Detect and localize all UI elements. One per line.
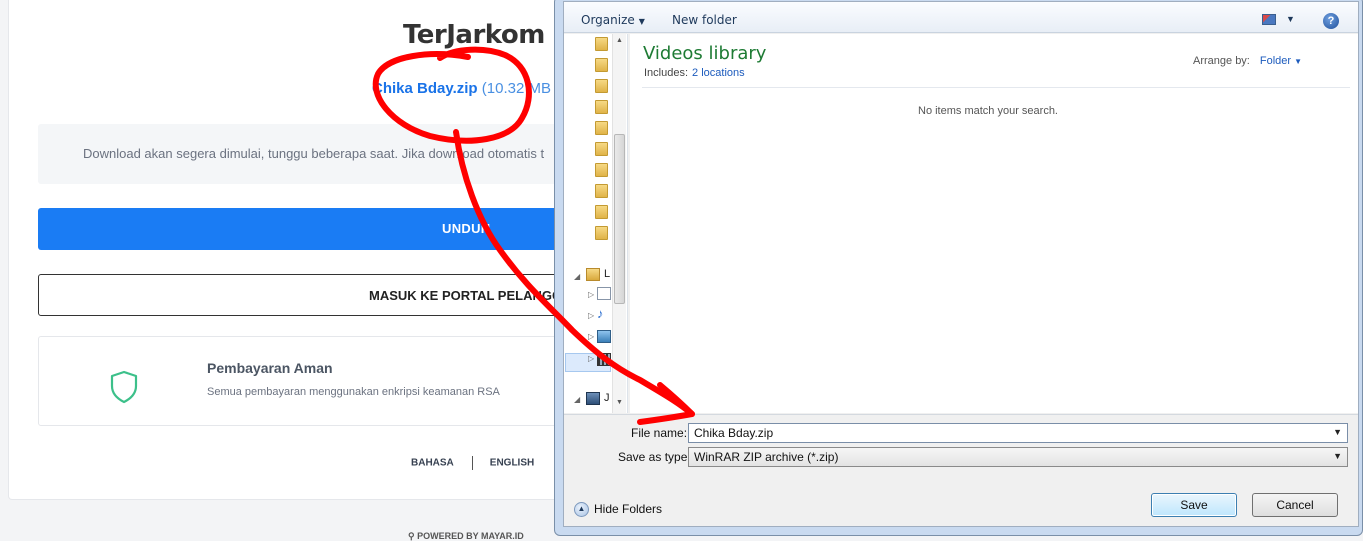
collapse-arrow-icon[interactable]: ◢: [574, 395, 580, 404]
folder-icon[interactable]: [595, 79, 608, 93]
scroll-up-icon[interactable]: ▲: [616, 37, 623, 44]
help-icon[interactable]: ?: [1323, 13, 1339, 29]
file-info: Chika Bday.zip (10.32 MB: [372, 80, 551, 97]
lock-icon: ⚲: [408, 531, 415, 541]
scrollbar-thumb[interactable]: [614, 134, 625, 304]
language-divider: [471, 456, 473, 470]
file-list-pane[interactable]: Videos library Includes: 2 locations Arra…: [630, 34, 1358, 413]
arrange-by-dropdown[interactable]: Folder ▼: [1260, 55, 1302, 67]
file-size: (10.32 MB: [481, 80, 551, 97]
save-type-value: WinRAR ZIP archive (*.zip): [694, 450, 839, 464]
customer-portal-button[interactable]: MASUK KE PORTAL PELANGGA: [38, 274, 598, 316]
documents-icon[interactable]: [597, 287, 611, 300]
language-value[interactable]: ENGLISH: [490, 458, 534, 469]
includes-label: Includes:: [644, 67, 689, 79]
language-label: BAHASA: [411, 457, 454, 469]
folder-icon[interactable]: [595, 100, 608, 114]
secure-payment-box: Pembayaran Aman Semua pembayaran menggun…: [38, 336, 598, 426]
view-options-chevron-icon[interactable]: ▼: [1286, 14, 1295, 24]
computer-label[interactable]: J: [604, 392, 610, 404]
store-title: TerJarkom: [403, 20, 545, 50]
folder-icon[interactable]: [595, 205, 608, 219]
folder-icon[interactable]: [595, 163, 608, 177]
shield-icon: [110, 370, 138, 404]
folder-icon[interactable]: [595, 37, 608, 51]
expand-arrow-icon[interactable]: ▷: [588, 311, 594, 320]
folder-icon[interactable]: [595, 184, 608, 198]
save-form: File name: Chika Bday.zip ▼ Save as type…: [564, 414, 1358, 526]
chevron-down-icon: ▼: [1294, 57, 1303, 66]
save-as-dialog: Organize ▼ New folder ▼ ? ◢ L ▷ ▷ ♪ ▷ ▷ …: [554, 0, 1363, 536]
screenshot-stage: TerJarkom Chika Bday.zip (10.32 MB Downl…: [0, 0, 1363, 541]
organize-label: Organize: [581, 13, 635, 27]
navigation-pane[interactable]: ◢ L ▷ ▷ ♪ ▷ ▷ ◢ J ▲ ▼: [564, 34, 628, 413]
secure-payment-title: Pembayaran Aman: [207, 360, 333, 376]
chevron-up-icon: ▲: [574, 502, 589, 518]
secure-payment-desc: Semua pembayaran menggunakan enkripsi ke…: [207, 386, 500, 398]
change-view-icon[interactable]: [1262, 14, 1276, 25]
chevron-down-icon[interactable]: ▼: [1333, 451, 1342, 461]
navigation-scrollbar[interactable]: ▲ ▼: [612, 34, 626, 413]
music-icon[interactable]: ♪: [597, 307, 611, 321]
save-type-label: Save as type:: [618, 450, 691, 464]
cancel-button[interactable]: Cancel: [1252, 493, 1338, 517]
libraries-label[interactable]: L: [604, 268, 610, 280]
expand-arrow-icon[interactable]: ▷: [588, 354, 594, 363]
file-name-label: File name:: [631, 426, 688, 440]
download-notice-box: Download akan segera dimulai, tunggu beb…: [38, 124, 598, 184]
expand-arrow-icon[interactable]: ▷: [588, 332, 594, 341]
save-type-select[interactable]: WinRAR ZIP archive (*.zip) ▼: [688, 447, 1348, 467]
save-button[interactable]: Save: [1151, 493, 1237, 517]
library-includes: Includes: 2 locations: [644, 67, 745, 79]
download-notice-text: Download akan segera dimulai, tunggu beb…: [83, 146, 545, 161]
file-name-field[interactable]: Chika Bday.zip ▼: [688, 423, 1348, 443]
library-divider: [642, 87, 1350, 88]
empty-message: No items match your search.: [918, 105, 1058, 117]
file-name-value: Chika Bday.zip: [694, 426, 774, 440]
hide-folders-label: Hide Folders: [594, 502, 663, 516]
locations-link[interactable]: 2 locations: [692, 67, 745, 79]
powered-by: ⚲ POWERED BY MAYAR.ID: [408, 531, 524, 541]
folder-icon[interactable]: [595, 142, 608, 156]
hide-folders-button[interactable]: ▲ Hide Folders: [574, 502, 663, 518]
dialog-toolbar: Organize ▼ New folder ▼ ?: [564, 2, 1358, 33]
file-name-link[interactable]: Chika Bday.zip: [372, 80, 478, 97]
videos-icon[interactable]: [597, 353, 611, 366]
scroll-down-icon[interactable]: ▼: [616, 399, 623, 406]
library-title: Videos library: [643, 43, 767, 64]
arrange-by-label: Arrange by:: [1193, 55, 1250, 67]
folder-icon[interactable]: [595, 58, 608, 72]
folder-icon[interactable]: [595, 121, 608, 135]
download-button[interactable]: UNDUH: [38, 208, 598, 250]
folder-icon[interactable]: [595, 226, 608, 240]
arrange-by: Arrange by: Folder ▼: [1193, 55, 1302, 67]
download-button-label: UNDUH: [442, 221, 491, 236]
dialog-body: Organize ▼ New folder ▼ ? ◢ L ▷ ▷ ♪ ▷ ▷ …: [563, 1, 1359, 527]
libraries-icon: [586, 268, 600, 281]
chevron-down-icon: ▼: [638, 17, 645, 26]
computer-icon: [586, 392, 600, 405]
new-folder-button[interactable]: New folder: [672, 13, 737, 27]
expand-arrow-icon[interactable]: ▷: [588, 290, 594, 299]
pictures-icon[interactable]: [597, 330, 611, 343]
chevron-down-icon[interactable]: ▼: [1333, 427, 1342, 437]
powered-by-text: POWERED BY MAYAR.ID: [417, 531, 524, 541]
collapse-arrow-icon[interactable]: ◢: [574, 272, 580, 281]
language-row: BAHASA ENGLISH: [411, 456, 534, 470]
organize-menu[interactable]: Organize ▼: [581, 13, 645, 27]
arrange-by-value: Folder: [1259, 55, 1292, 67]
customer-portal-label: MASUK KE PORTAL PELANGGA: [369, 288, 572, 303]
